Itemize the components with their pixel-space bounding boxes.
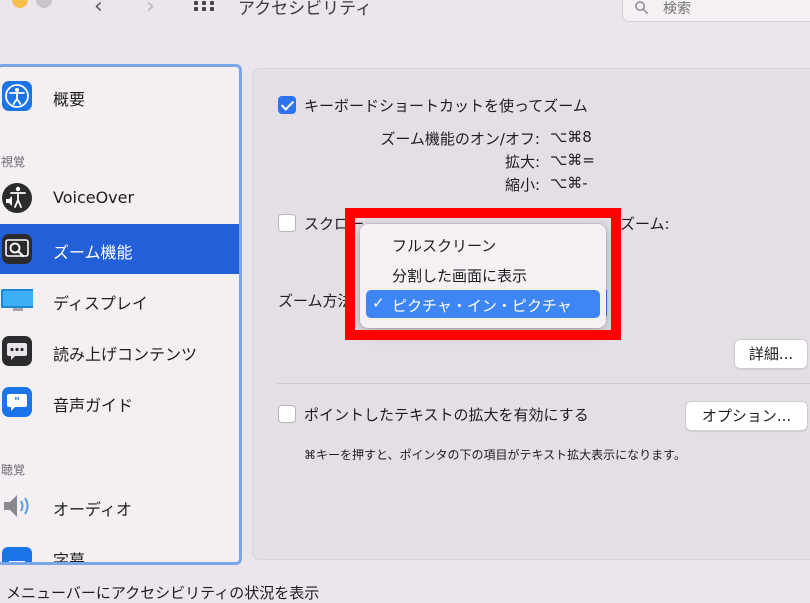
sidebar-item-label: 読み上げコンテンツ: [53, 345, 198, 364]
sidebar-item-display[interactable]: ディスプレイ: [0, 275, 239, 325]
sidebar-section-vision: 視覚: [1, 155, 26, 169]
keyboard-shortcut-checkbox[interactable]: [278, 96, 296, 114]
sidebar-item-label: 音声ガイド: [53, 396, 134, 415]
search-input[interactable]: [663, 1, 783, 17]
hover-text-note: ⌘キーを押すと、ポインタの下の項目がテキスト拡大表示になります。: [304, 448, 686, 462]
sidebar: 概要 視覚 VoiceOver ズーム機能 ディスプレイ 読み上げコンテンツ "…: [0, 64, 242, 565]
show-all-grid-icon[interactable]: [194, 1, 218, 13]
zoom-window-button[interactable]: [36, 0, 52, 8]
search-field[interactable]: [622, 0, 810, 22]
sidebar-item-label: VoiceOver: [53, 188, 135, 207]
sidebar-item-descriptions[interactable]: " 音声ガイド: [0, 377, 239, 427]
forward-chevron-icon[interactable]: ›: [146, 0, 155, 19]
sidebar-item-label: 字幕: [53, 551, 86, 565]
shortcut-toggle-keys: ⌥⌘8: [550, 128, 592, 146]
menubar-status-label: メニューバーにアクセシビリティの状況を表示: [6, 584, 320, 602]
zoom-icon: [2, 234, 32, 264]
annotation-highlight-box: [345, 208, 621, 340]
svg-text:": ": [14, 395, 20, 408]
details-button[interactable]: 詳細...: [734, 339, 808, 369]
shortcut-zoom-out-keys: ⌥⌘-: [550, 174, 588, 192]
sidebar-item-captions[interactable]: 字幕: [0, 532, 239, 565]
shortcut-zoom-in-keys: ⌥⌘=: [550, 151, 595, 169]
search-icon: [635, 1, 648, 14]
scroll-gesture-label-end: ズーム:: [620, 215, 670, 233]
sidebar-item-label: 概要: [53, 90, 86, 109]
hover-text-checkbox[interactable]: [278, 405, 296, 423]
sidebar-item-label: ディスプレイ: [53, 294, 148, 313]
captions-icon: [2, 547, 32, 562]
sidebar-item-spoken-content[interactable]: 読み上げコンテンツ: [0, 326, 239, 376]
sidebar-item-voiceover[interactable]: VoiceOver: [0, 173, 239, 223]
window-title: アクセシビリティ: [238, 0, 373, 19]
shortcut-zoom-out-label: 縮小:: [504, 176, 540, 194]
scroll-gesture-checkbox[interactable]: [278, 214, 296, 232]
keyboard-shortcut-label: キーボードショートカットを使ってズーム: [304, 97, 588, 115]
sidebar-section-hearing: 聴覚: [1, 463, 26, 477]
sidebar-item-audio[interactable]: オーディオ: [0, 481, 239, 531]
shortcut-toggle-label: ズーム機能のオン/オフ:: [380, 130, 540, 148]
accessibility-icon: [2, 81, 32, 111]
display-icon: [1, 289, 33, 311]
spoken-content-icon: [2, 336, 32, 366]
options-button[interactable]: オプション...: [685, 401, 808, 431]
minimize-button[interactable]: [12, 0, 28, 8]
shortcut-zoom-in-label: 拡大:: [504, 153, 540, 171]
sidebar-item-zoom[interactable]: ズーム機能: [0, 224, 239, 274]
sidebar-item-label: ズーム機能: [53, 243, 133, 262]
title-bar: ‹ › アクセシビリティ: [0, 0, 810, 30]
zoom-style-label: ズーム方法: [278, 292, 353, 310]
voiceover-icon: [2, 183, 32, 213]
sidebar-item-overview[interactable]: 概要: [0, 71, 239, 121]
sidebar-item-label: オーディオ: [53, 500, 132, 519]
descriptions-icon: ": [2, 387, 32, 417]
back-chevron-icon[interactable]: ‹: [94, 0, 103, 19]
audio-icon: [4, 495, 29, 517]
hover-text-label: ポイントしたテキストの拡大を有効にする: [304, 406, 589, 424]
divider: [277, 383, 810, 384]
